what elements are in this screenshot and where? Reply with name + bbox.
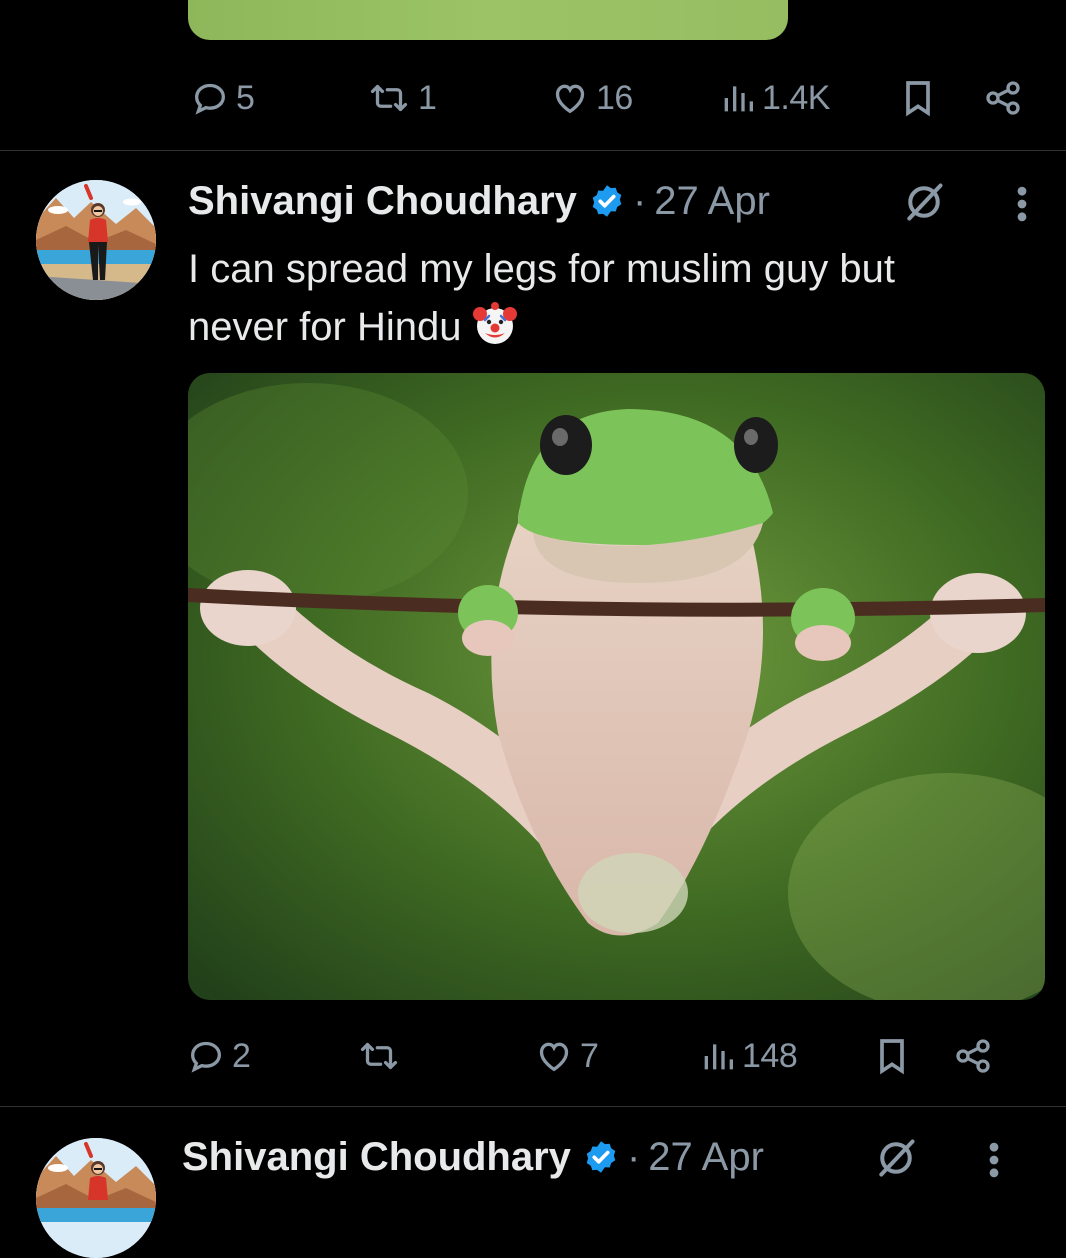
separator-dot: · [626, 1134, 641, 1179]
tweet-text-line1: I can spread my legs for muslim guy but [188, 247, 895, 291]
tweet-text-line2: never for Hindu [188, 305, 462, 349]
frog-photo [188, 373, 1045, 1000]
previous-tweet-media[interactable] [188, 0, 788, 40]
avatar-image [36, 180, 156, 300]
grok-icon[interactable] [902, 180, 946, 224]
verified-badge-icon[interactable] [583, 1139, 619, 1175]
avatar-image [36, 1138, 156, 1258]
tweet-divider [0, 150, 1066, 151]
reply-button[interactable]: 2 [186, 1026, 251, 1086]
bookmark-icon [906, 81, 930, 117]
bookmark-button[interactable] [900, 68, 936, 128]
avatar[interactable] [36, 1138, 156, 1258]
share-icon [956, 1039, 990, 1073]
reply-count: 2 [232, 1036, 251, 1075]
repost-count: 1 [418, 78, 437, 117]
heart-icon [539, 1042, 569, 1072]
more-icon[interactable] [980, 1138, 1008, 1182]
repost-icon [360, 1042, 398, 1070]
share-icon [986, 81, 1020, 115]
like-count: 7 [580, 1036, 599, 1075]
display-name[interactable]: Shivangi Choudhary [182, 1135, 571, 1180]
views-icon [704, 1044, 733, 1070]
views-icon [724, 86, 753, 112]
tweet-header: Shivangi Choudhary · 27 Apr [182, 1132, 764, 1182]
tweet-header: Shivangi Choudhary · 27 Apr [188, 176, 770, 226]
tweet-date[interactable]: 27 Apr [654, 179, 770, 224]
repost-icon [370, 84, 408, 112]
clown-face-icon [473, 302, 518, 344]
share-button[interactable] [952, 1026, 994, 1086]
share-button[interactable] [982, 68, 1024, 128]
bookmark-button[interactable] [874, 1026, 910, 1086]
avatar[interactable] [36, 180, 156, 300]
like-button[interactable]: 16 [550, 68, 633, 128]
views-button[interactable]: 1.4K [720, 68, 830, 128]
verified-badge-icon[interactable] [589, 183, 625, 219]
previous-tweet-action-bar: 5 1 16 1.4K [0, 68, 1066, 128]
tweet-action-bar: 2 7 148 [0, 1026, 1066, 1086]
more-icon[interactable] [1008, 182, 1036, 226]
tweet-text: I can spread my legs for muslim guy but … [188, 240, 1028, 356]
views-button[interactable]: 148 [700, 1026, 798, 1086]
tweet-divider [0, 1106, 1066, 1107]
reply-button[interactable]: 5 [190, 68, 255, 128]
bookmark-icon [880, 1039, 904, 1075]
grok-icon[interactable] [874, 1136, 918, 1180]
like-button[interactable]: 7 [534, 1026, 599, 1086]
views-count: 1.4K [762, 78, 830, 117]
repost-button[interactable]: 1 [366, 68, 437, 128]
reply-icon [190, 1041, 222, 1073]
like-count: 16 [596, 78, 633, 117]
views-count: 148 [742, 1036, 798, 1075]
reply-icon [194, 83, 226, 115]
separator-dot: · [632, 178, 647, 223]
display-name[interactable]: Shivangi Choudhary [188, 179, 577, 224]
tweet-media-image[interactable] [188, 373, 1045, 1000]
repost-button[interactable] [356, 1026, 408, 1086]
tweet-date[interactable]: 27 Apr [648, 1135, 764, 1180]
reply-count: 5 [236, 78, 255, 117]
heart-icon [555, 84, 585, 114]
